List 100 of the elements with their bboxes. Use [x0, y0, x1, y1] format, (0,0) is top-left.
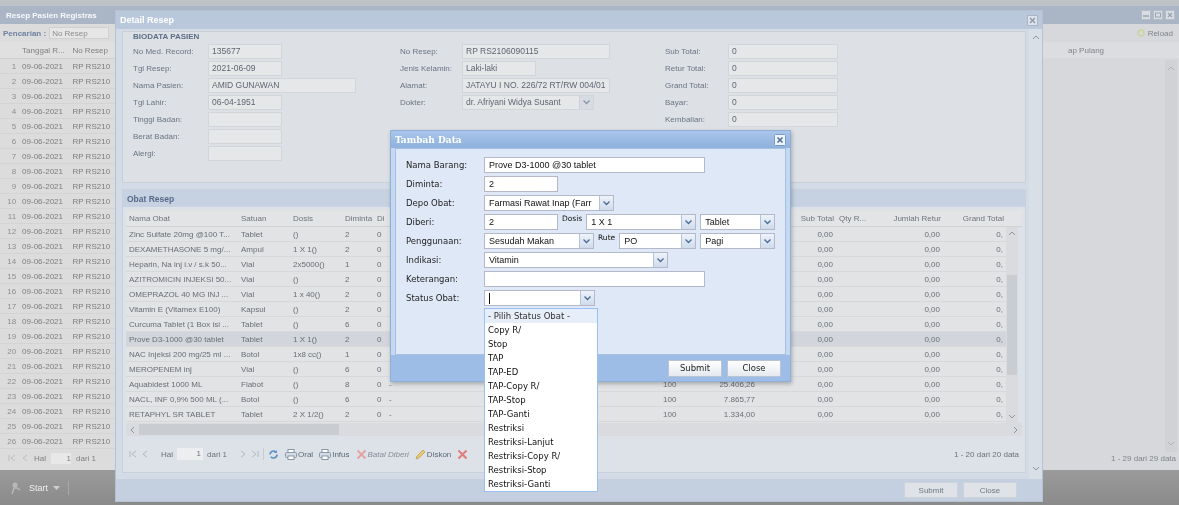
table-cell-text: Botol: [240, 349, 261, 359]
printer-icon: [319, 448, 332, 460]
close-icon[interactable]: [1027, 14, 1038, 26]
previous-page-icon[interactable]: [141, 450, 149, 458]
footer-button[interactable]: Submit: [904, 482, 958, 498]
text-field[interactable]: 0: [728, 78, 838, 93]
delete-button[interactable]: [457, 448, 469, 460]
print-button[interactable]: Oral: [285, 448, 314, 460]
table-cell-text: 2x5000(): [292, 259, 326, 269]
start-button[interactable]: Start: [10, 480, 69, 495]
chevron-down-icon[interactable]: [1167, 441, 1175, 446]
text-field[interactable]: 2: [484, 214, 558, 230]
text-field[interactable]: 0: [728, 112, 838, 127]
chevron-down-icon[interactable]: [1008, 414, 1016, 419]
field-label: Nama Pasien:: [133, 81, 185, 90]
previous-page-icon[interactable]: [21, 454, 29, 462]
page-field[interactable]: 1: [177, 448, 203, 460]
table-cell-text: 0,00: [816, 319, 834, 329]
column-header[interactable]: Qty R...: [836, 213, 871, 223]
column-header[interactable]: Diminta: [342, 213, 374, 223]
maximize-icon[interactable]: [1153, 10, 1163, 20]
table-cell-text: 0,00: [816, 229, 834, 239]
dropdown-field[interactable]: PO: [619, 233, 697, 249]
text-field[interactable]: Prove D3-1000 @30 tablet: [484, 157, 705, 173]
text-field[interactable]: RP RS2106090115: [462, 44, 610, 59]
dropdown-option[interactable]: Restriksi-Stop: [485, 463, 597, 477]
page-field[interactable]: 1: [51, 452, 71, 464]
dropdown-option[interactable]: TAP-Ganti: [485, 407, 597, 421]
dialog-button[interactable]: Submit: [668, 359, 722, 377]
minimize-icon[interactable]: [1141, 10, 1151, 20]
close-icon[interactable]: [1165, 10, 1175, 20]
text-field[interactable]: 0: [728, 44, 838, 59]
text-field[interactable]: Laki-laki: [462, 61, 536, 76]
chevron-up-icon[interactable]: [1031, 35, 1040, 40]
first-page-icon[interactable]: [8, 454, 16, 462]
print-button[interactable]: Infus: [319, 448, 350, 460]
close-icon[interactable]: [774, 133, 786, 146]
row-number: 7: [10, 151, 18, 161]
dropdown-option[interactable]: Stop: [485, 337, 597, 351]
footer-button[interactable]: Close: [963, 482, 1017, 498]
column-header[interactable]: Satuan: [238, 213, 290, 223]
dropdown-option[interactable]: - Pilih Status Obat -: [485, 309, 597, 323]
dialog-title: Tambah Data: [395, 134, 462, 145]
column-header[interactable]: Nama Obat: [126, 213, 238, 223]
column-header[interactable]: Tanggal R...: [19, 45, 70, 55]
dialog-button[interactable]: Close: [727, 359, 781, 377]
table-cell-text: RP RS210: [71, 301, 112, 311]
text-field[interactable]: 0: [728, 95, 838, 110]
scrollbar[interactable]: [1165, 60, 1177, 452]
dropdown-field[interactable]: dr. Afriyani Widya Susant: [462, 95, 594, 110]
text-field[interactable]: AMID GUNAWAN: [208, 78, 356, 93]
chevron-up-icon[interactable]: [1167, 66, 1175, 71]
dropdown-option[interactable]: Restriksi-Ganti: [485, 477, 597, 491]
dropdown-field[interactable]: Farmasi Rawat Inap (Farr: [484, 195, 614, 211]
dropdown-option[interactable]: TAP-Copy R/: [485, 379, 597, 393]
column-header[interactable]: Jumlah Retur: [871, 213, 943, 223]
page-label: Hal: [161, 449, 173, 459]
text-field[interactable]: [484, 271, 705, 287]
chevron-right-icon[interactable]: [1013, 425, 1018, 434]
dropdown-option[interactable]: Restriksi-Lanjut: [485, 435, 597, 449]
field-label: Penggunaan:: [406, 236, 463, 246]
scrollbar[interactable]: [1006, 227, 1018, 423]
next-page-icon[interactable]: [239, 450, 248, 458]
text-field[interactable]: 2021-06-09: [208, 61, 282, 76]
column-header[interactable]: Grand Total: [943, 213, 1006, 223]
column-header[interactable]: ap Pulang: [1068, 45, 1105, 55]
reload-button[interactable]: Reload: [1136, 28, 1173, 38]
chevron-down-icon[interactable]: [1031, 466, 1040, 471]
dropdown-option[interactable]: Restriksi: [485, 421, 597, 435]
table-cell-text: 09-06-2021: [21, 316, 64, 326]
first-page-icon[interactable]: [129, 450, 137, 458]
text-field[interactable]: 06-04-1951: [208, 95, 282, 110]
table-cell-text: 2: [344, 304, 351, 314]
dropdown-field[interactable]: Pagi: [700, 233, 776, 249]
dropdown-field[interactable]: [484, 290, 595, 306]
dropdown-field[interactable]: Tablet: [700, 214, 776, 230]
dropdown-option[interactable]: Copy R/: [485, 323, 597, 337]
dropdown-option[interactable]: Restriksi-Copy R/: [485, 449, 597, 463]
search-field[interactable]: No Resep: [49, 27, 110, 39]
dropdown-field[interactable]: Sesudah Makan: [484, 233, 594, 249]
edit-button[interactable]: Diskon: [414, 448, 452, 460]
text-field[interactable]: 2: [484, 176, 558, 192]
chevron-down-icon: [583, 238, 590, 244]
text-field[interactable]: 135677: [208, 44, 282, 59]
dropdown-option[interactable]: TAP-Stop: [485, 393, 597, 407]
column-header[interactable]: Di: [374, 213, 386, 223]
field-label: Keterangan:: [406, 274, 459, 284]
chevron-down-icon: [603, 200, 610, 206]
dropdown-option[interactable]: TAP-ED: [485, 365, 597, 379]
text-field[interactable]: JATAYU I NO. 226/72 RT/RW 004/01: [462, 78, 610, 93]
dropdown-option[interactable]: TAP: [485, 351, 597, 365]
text-field[interactable]: 0: [728, 61, 838, 76]
dropdown-field[interactable]: 1 X 1: [586, 214, 697, 230]
chevron-left-icon[interactable]: [130, 425, 135, 434]
chevron-up-icon[interactable]: [1008, 231, 1016, 236]
column-header[interactable]: No Resep: [69, 45, 115, 55]
scrollbar[interactable]: [1029, 29, 1042, 479]
dropdown-field[interactable]: Vitamin: [484, 252, 668, 268]
last-page-icon[interactable]: [251, 450, 260, 458]
column-header[interactable]: Dosis: [290, 213, 342, 223]
